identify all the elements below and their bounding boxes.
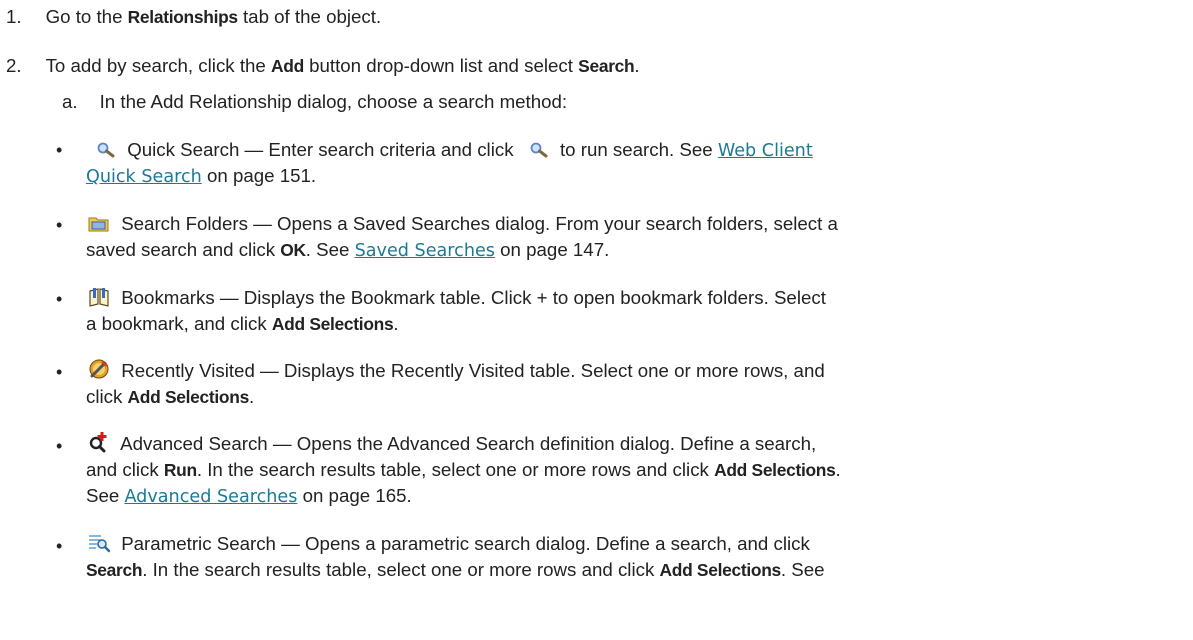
magnifier-icon[interactable] [529,139,549,166]
list-item-advanced-search-cont2: See Advanced Searches on page 165. [86,485,412,507]
substep-letter: a. [62,91,78,112]
step-1: 1. Go to the Relationships tab of the obj… [6,6,382,27]
document-page: 1. Go to the Relationships tab of the obj… [0,0,1193,640]
ui-term: OK [280,240,306,260]
list-item-parametric-search-cont: Search. In the search results table, sel… [86,559,825,580]
ui-term: Add Selections [271,314,394,334]
substep-a: a. In the Add Relationship dialog, choose… [62,91,568,112]
bullet: • [56,362,63,382]
ui-term: Search [86,560,143,580]
bullet: • [56,140,63,160]
ui-term: Relationships [127,7,238,27]
web-client-quick-search-link[interactable]: Web Client [718,141,813,161]
step-number: 1. [6,6,22,27]
bullet: • [56,536,63,556]
list-item-bookmarks-cont: a bookmark, and click Add Selections. [86,313,399,334]
bullet: • [56,289,63,309]
bullet: • [56,215,63,235]
advanced-searches-link[interactable]: Advanced Searches [124,487,297,507]
list-item-quick-search-cont: Quick Search on page 151. [86,165,317,187]
ui-term: Search [578,56,635,76]
bullet: • [56,436,63,456]
list-item-recently-visited-cont: click Add Selections. [86,386,255,407]
ui-term: Add Selections [659,560,781,580]
ui-term: Add [271,56,304,76]
saved-searches-link[interactable]: Saved Searches [355,241,495,261]
ui-term: Add Selections [127,387,250,407]
web-client-quick-search-link[interactable]: Quick Search [86,167,202,187]
ui-term: Run [163,460,197,480]
ui-term: Add Selections [714,460,836,480]
list-item-search-folders-cont: saved search and click OK. See Saved Sea… [86,239,610,261]
list-item-advanced-search-cont: and click Run. In the search results tab… [86,459,841,480]
step-2: 2. To add by search, click the Add button… [6,55,640,76]
step-number: 2. [6,55,22,76]
